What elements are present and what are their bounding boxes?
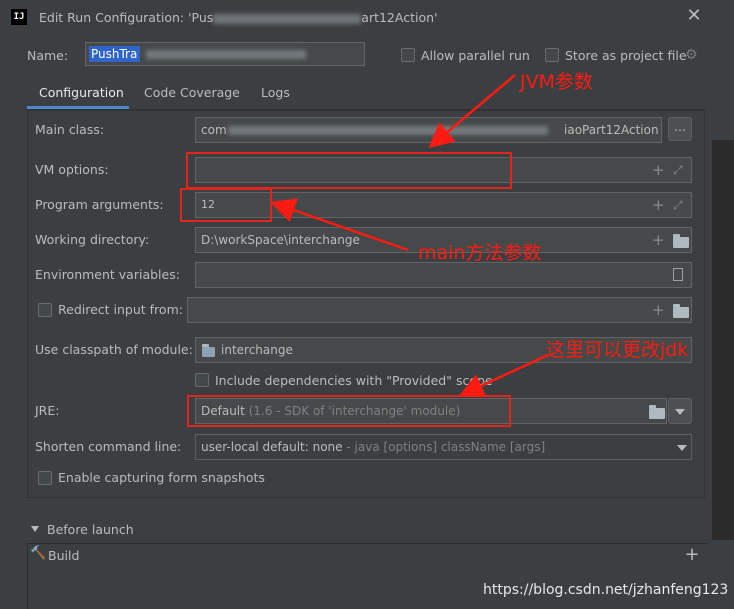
jvm-arrow	[428, 74, 516, 149]
main-annotation: main方法参数	[418, 242, 542, 264]
jvm-annotation: JVM参数	[520, 71, 593, 93]
jdk-annotation: 这里可以更改jdk	[546, 339, 689, 361]
main-arrow	[270, 198, 409, 252]
jdk-arrow	[458, 353, 549, 398]
annotation-arrows	[270, 74, 549, 398]
watermark: https://blog.csdn.net/jzhanfeng123	[483, 582, 729, 598]
